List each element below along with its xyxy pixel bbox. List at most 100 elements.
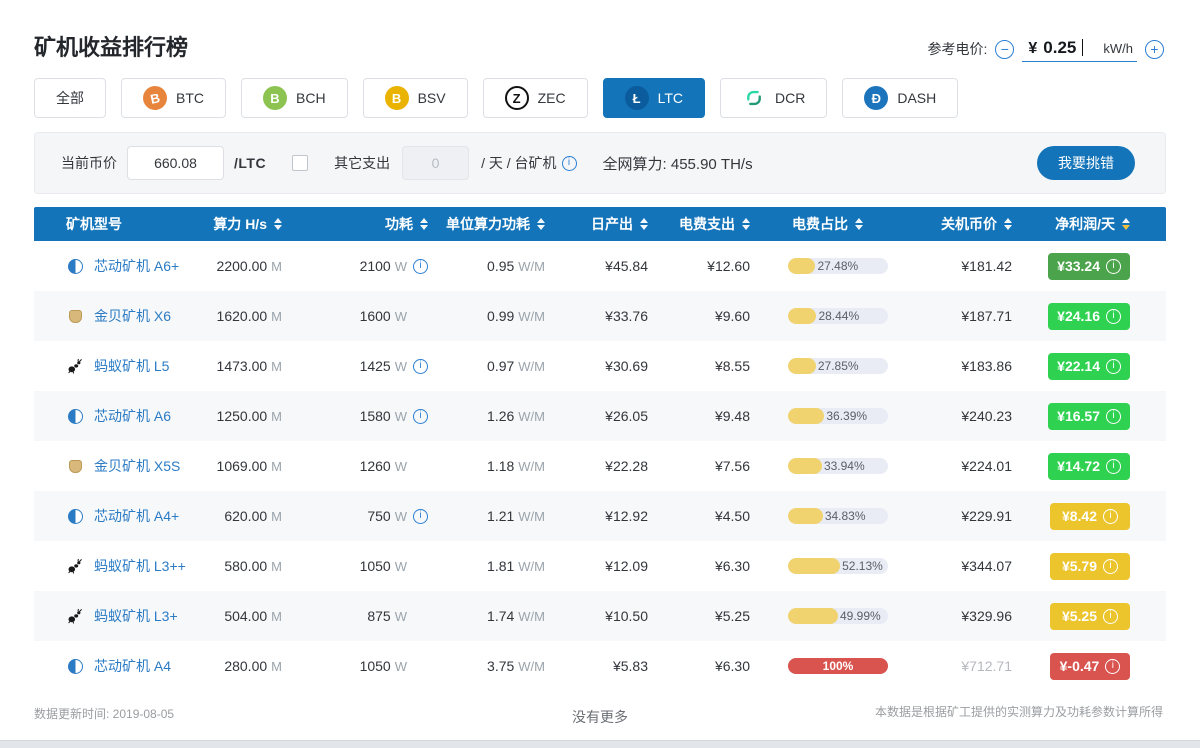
tab-bch[interactable]: BBCH <box>241 78 348 118</box>
hashrate-unit: M <box>271 509 282 524</box>
daily-output-cell: ¥30.69 <box>556 341 660 391</box>
tab-dash[interactable]: ÐDASH <box>842 78 958 118</box>
column-header-8[interactable]: 关机币价 <box>916 207 1022 241</box>
electricity-price-unit: kW/h <box>1103 41 1133 56</box>
column-header-9[interactable]: 净利润/天 <box>1022 207 1163 241</box>
miner-model-link[interactable]: 芯动矿机 A4 <box>94 656 171 676</box>
power-unit: W <box>395 509 407 524</box>
miner-model-cell: 蚂蚁矿机 L5 <box>34 341 200 391</box>
unit-power-cell: 1.74 W/M <box>440 591 556 641</box>
table-header-row: 矿机型号算力 H/s功耗单位算力功耗日产出电费支出电费占比关机币价净利润/天 <box>34 207 1166 241</box>
tab-ltc[interactable]: ŁLTC <box>603 78 705 118</box>
other-expense-info-icon[interactable]: i <box>562 156 577 171</box>
increase-price-button[interactable]: + <box>1145 40 1164 59</box>
innosilicon-icon <box>66 509 84 524</box>
sort-down-arrow <box>537 225 545 230</box>
profit-info-icon[interactable]: i <box>1106 459 1121 474</box>
profit-button[interactable]: ¥24.16i <box>1048 303 1130 330</box>
elec-cost-value: ¥9.48 <box>715 408 750 424</box>
column-header-5[interactable]: 日产出 <box>556 207 660 241</box>
sort-down-arrow <box>855 225 863 230</box>
miner-table: 矿机型号算力 H/s功耗单位算力功耗日产出电费支出电费占比关机币价净利润/天 芯… <box>34 207 1166 691</box>
miner-model-link[interactable]: 金贝矿机 X5S <box>94 456 180 476</box>
column-header-4[interactable]: 单位算力功耗 <box>440 207 556 241</box>
power-info-icon[interactable]: i <box>413 409 428 424</box>
miner-model-link[interactable]: 蚂蚁矿机 L3++ <box>94 556 186 576</box>
power-info-icon[interactable]: i <box>413 509 428 524</box>
unit-power-value: 1.81 <box>487 558 514 574</box>
electricity-price-input[interactable]: ¥ 0.25 kW/h <box>1022 36 1137 62</box>
shutdown-price-value: ¥181.42 <box>961 258 1012 274</box>
profit-info-icon[interactable]: i <box>1106 259 1121 274</box>
profit-button[interactable]: ¥16.57i <box>1048 403 1130 430</box>
coin-price-input[interactable] <box>127 146 224 180</box>
report-error-button[interactable]: 我要挑错 <box>1037 146 1135 180</box>
miner-model-link[interactable]: 芯动矿机 A6 <box>94 406 171 426</box>
tab-zec[interactable]: ZZEC <box>483 78 588 118</box>
daily-output-cell: ¥22.28 <box>556 441 660 491</box>
unit-power-value: 0.97 <box>487 358 514 374</box>
profit-button[interactable]: ¥22.14i <box>1048 353 1130 380</box>
miner-model-link[interactable]: 蚂蚁矿机 L5 <box>94 356 169 376</box>
profit-info-icon[interactable]: i <box>1103 559 1118 574</box>
decrease-price-button[interactable]: − <box>995 40 1014 59</box>
elec-cost-value: ¥7.56 <box>715 458 750 474</box>
hashrate-unit: M <box>271 559 282 574</box>
column-header-7[interactable]: 电费占比 <box>762 207 916 241</box>
network-hashrate-label: 全网算力: <box>603 156 667 173</box>
miner-model-link[interactable]: 芯动矿机 A6+ <box>94 256 179 276</box>
daily-output-value: ¥10.50 <box>605 608 648 624</box>
tab-全部[interactable]: 全部 <box>34 78 106 118</box>
profit-button[interactable]: ¥5.25i <box>1050 603 1130 630</box>
column-header-6[interactable]: 电费支出 <box>660 207 762 241</box>
shutdown-price-value: ¥329.96 <box>961 608 1012 624</box>
profit-cell: ¥14.72i <box>1022 441 1163 491</box>
tab-btc[interactable]: BBTC <box>121 78 226 118</box>
elec-pct-label: 52.13% <box>842 559 883 573</box>
column-header-label: 功耗 <box>385 214 413 234</box>
unit-power-value: 1.74 <box>487 608 514 624</box>
column-header-2[interactable]: 算力 H/s <box>200 207 300 241</box>
profit-info-icon[interactable]: i <box>1106 409 1121 424</box>
miner-model-link[interactable]: 芯动矿机 A4+ <box>94 506 179 526</box>
power-value: 1260 <box>360 458 391 474</box>
hashrate-cell: 280.00M <box>200 641 300 691</box>
tab-bsv[interactable]: BBSV <box>363 78 468 118</box>
profit-button[interactable]: ¥5.79i <box>1050 553 1130 580</box>
shutdown-price-value: ¥187.71 <box>961 308 1012 324</box>
power-info-icon[interactable]: i <box>413 259 428 274</box>
profit-button[interactable]: ¥33.24 i <box>1048 253 1130 280</box>
profit-info-icon[interactable]: i <box>1106 309 1121 324</box>
daily-output-cell: ¥33.76 <box>556 291 660 341</box>
other-expense-checkbox[interactable] <box>292 155 308 171</box>
other-expense-label: 其它支出 <box>334 153 390 173</box>
profit-button[interactable]: ¥-0.47i <box>1050 653 1130 680</box>
shutdown-price-cell: ¥712.71 <box>916 641 1022 691</box>
sort-icon <box>1004 218 1012 230</box>
table-row: 蚂蚁矿机 L3++580.00M1050W1.81W/M¥12.09¥6.305… <box>34 541 1166 591</box>
elec-pct-label: 100% <box>788 659 888 673</box>
miner-model-link[interactable]: 金贝矿机 X6 <box>94 306 171 326</box>
miner-model-cell: 芯动矿机 A4+ <box>34 491 200 541</box>
sort-down-arrow <box>420 225 428 230</box>
column-header-3[interactable]: 功耗 <box>300 207 440 241</box>
power-unit: W <box>395 559 407 574</box>
tab-dcr[interactable]: DCR <box>720 78 827 118</box>
power-info-icon[interactable]: i <box>413 359 428 374</box>
profit-info-icon[interactable]: i <box>1105 659 1120 674</box>
profit-info-icon[interactable]: i <box>1103 509 1118 524</box>
bsv-coin-icon: B <box>385 86 409 110</box>
profit-info-icon[interactable]: i <box>1103 609 1118 624</box>
innosilicon-logo <box>68 659 83 674</box>
hashrate-cell: 2200.00M <box>200 241 300 291</box>
profit-value: ¥33.24 <box>1057 258 1100 274</box>
power-value: 1580 <box>360 408 391 424</box>
profit-button[interactable]: ¥14.72i <box>1048 453 1130 480</box>
profit-cell: ¥5.79i <box>1022 541 1163 591</box>
profit-button[interactable]: ¥8.42i <box>1050 503 1130 530</box>
column-header-label: 单位算力功耗 <box>446 214 530 234</box>
unit-power-unit: W/M <box>518 609 545 624</box>
miner-model-link[interactable]: 蚂蚁矿机 L3+ <box>94 606 178 626</box>
profit-info-icon[interactable]: i <box>1106 359 1121 374</box>
unit-power-value: 1.21 <box>487 508 514 524</box>
